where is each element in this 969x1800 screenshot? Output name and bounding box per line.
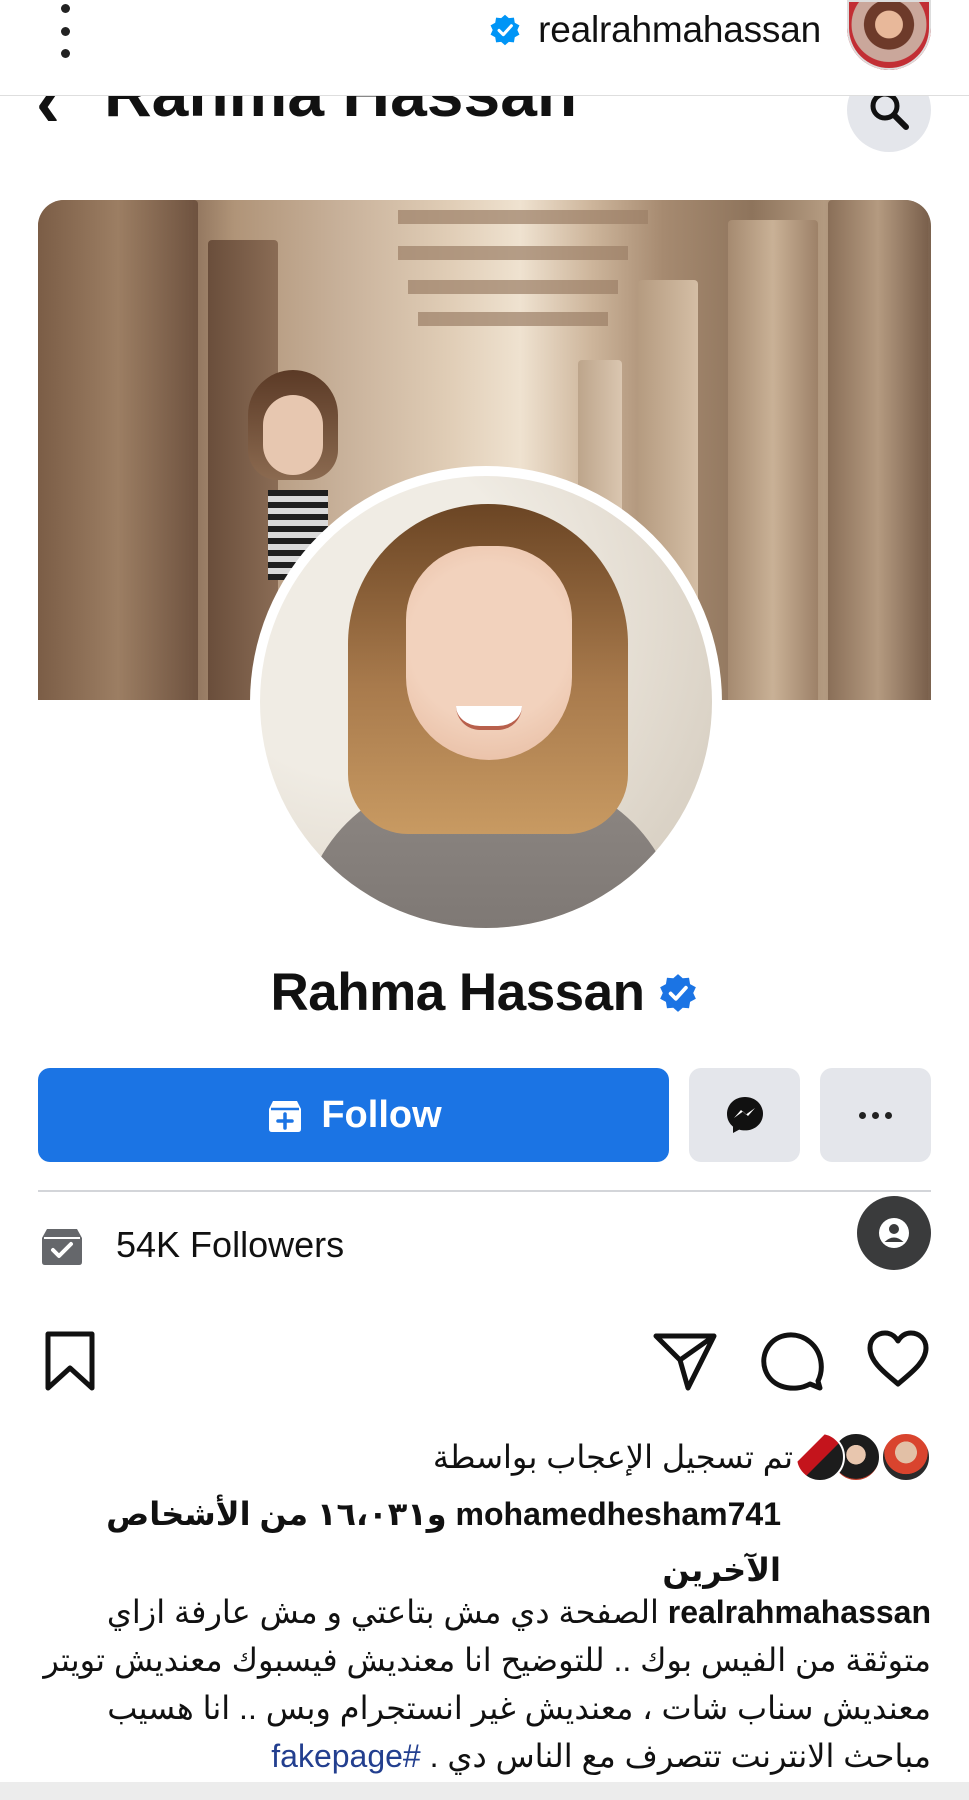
caption-username[interactable]: realrahmahassan (668, 1594, 931, 1630)
author-avatar[interactable] (847, 0, 931, 70)
profile-name: Rahma Hassan (0, 962, 969, 1023)
send-icon[interactable] (652, 1330, 718, 1392)
followers-count: 54K Followers (116, 1224, 345, 1265)
search-icon (870, 96, 909, 130)
page-title: Rahma Hassan (104, 96, 577, 126)
user-circle-button[interactable] (857, 1196, 931, 1270)
follow-label: Follow (321, 1093, 442, 1136)
verified-badge-icon (490, 14, 520, 46)
post-action-bar (0, 1330, 969, 1400)
facebook-page-header: ‹ Rahma Hassan (0, 96, 969, 166)
messenger-icon (726, 1097, 763, 1133)
likes-summary[interactable]: تم تسجيل الإعجاب بواسطة mohamedhesham741… (38, 1432, 931, 1598)
search-button[interactable] (847, 96, 931, 152)
avatar (795, 1432, 845, 1482)
likes-label: تم تسجيل الإعجاب بواسطة (432, 1439, 793, 1475)
profile-name-text: Rahma Hassan (270, 963, 645, 1022)
bookmark-icon[interactable] (44, 1330, 96, 1392)
comment-icon[interactable] (760, 1330, 824, 1392)
messenger-button[interactable] (689, 1068, 800, 1162)
liker-username[interactable]: mohamedhesham741 (456, 1496, 781, 1532)
verified-badge-icon (659, 973, 696, 1012)
profile-photo (260, 476, 712, 928)
user-circle-icon (879, 1218, 909, 1248)
follow-plus-icon (269, 1101, 302, 1132)
followers-row[interactable]: 54K Followers (38, 1196, 931, 1278)
post-author[interactable]: realrahmahassan (488, 2, 821, 58)
divider (38, 1190, 931, 1192)
likes-detail: mohamedhesham741 و١٦،٠٣١ من الأشخاص الآخ… (38, 1486, 931, 1598)
profile-picture[interactable] (250, 466, 722, 938)
avatar (881, 1432, 931, 1482)
kebab-vertical-icon[interactable] (56, 4, 74, 58)
hashtag-link[interactable]: #fakepage (271, 1738, 420, 1774)
chevron-left-icon[interactable]: ‹ (36, 96, 60, 138)
heart-icon[interactable] (866, 1330, 930, 1388)
profile-actions: Follow (38, 1068, 931, 1162)
more-options-button[interactable] (820, 1068, 931, 1162)
author-username[interactable]: realrahmahassan (538, 9, 821, 51)
more-dots-icon (859, 1111, 892, 1119)
follow-button[interactable]: Follow (38, 1068, 669, 1162)
followers-check-icon (42, 1229, 82, 1265)
liker-avatars (795, 1432, 931, 1482)
post-caption: realrahmahassan الصفحة دي مش بتاعتي و مش… (38, 1588, 931, 1780)
instagram-post-header: realrahmahassan (0, 0, 969, 96)
bottom-edge (0, 1782, 969, 1800)
